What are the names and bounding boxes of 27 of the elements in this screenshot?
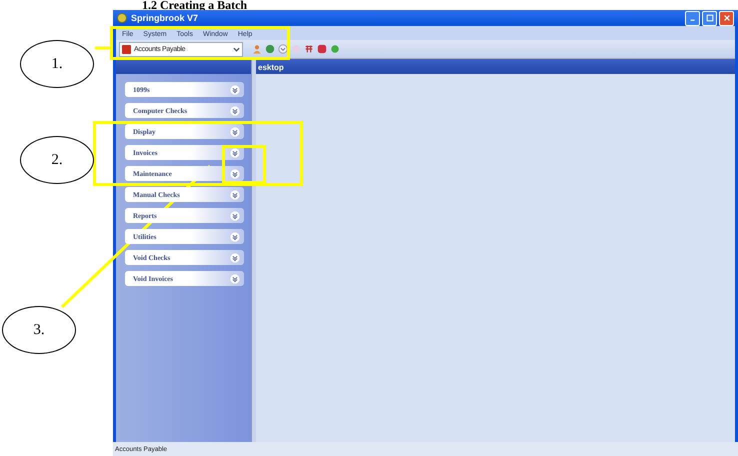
window-title: Springbrook V7 <box>131 13 198 23</box>
expand-chevron-icon[interactable] <box>230 148 240 158</box>
callout-circle: 1. <box>20 40 94 88</box>
expand-chevron-icon[interactable] <box>230 274 240 284</box>
minimize-button[interactable] <box>685 10 700 26</box>
module-icon <box>122 44 131 54</box>
maximize-button[interactable] <box>702 10 717 26</box>
callout-circle: 3. <box>2 306 76 354</box>
expand-chevron-icon[interactable] <box>230 106 240 116</box>
grid-icon[interactable] <box>304 44 314 54</box>
expand-chevron-icon[interactable] <box>230 168 240 178</box>
stop-icon[interactable] <box>317 44 327 54</box>
expand-chevron-icon[interactable] <box>230 232 240 242</box>
document-heading: 1.2 Creating a Batch <box>142 0 248 12</box>
app-logo-icon <box>117 13 127 23</box>
splitter-handle[interactable] <box>251 59 256 442</box>
expand-chevron-icon[interactable] <box>230 190 240 200</box>
callout-circle: 2. <box>20 136 94 184</box>
expand-chevron-icon[interactable] <box>230 210 240 220</box>
desktop-title: esktop <box>258 63 284 72</box>
maximize-icon <box>706 14 714 22</box>
expand-chevron-icon[interactable] <box>230 84 240 94</box>
expand-chevron-icon[interactable] <box>230 126 240 136</box>
close-button[interactable] <box>719 10 734 26</box>
expand-chevron-icon[interactable] <box>230 252 240 262</box>
close-icon <box>722 14 730 22</box>
chevron-icon[interactable] <box>278 44 288 54</box>
